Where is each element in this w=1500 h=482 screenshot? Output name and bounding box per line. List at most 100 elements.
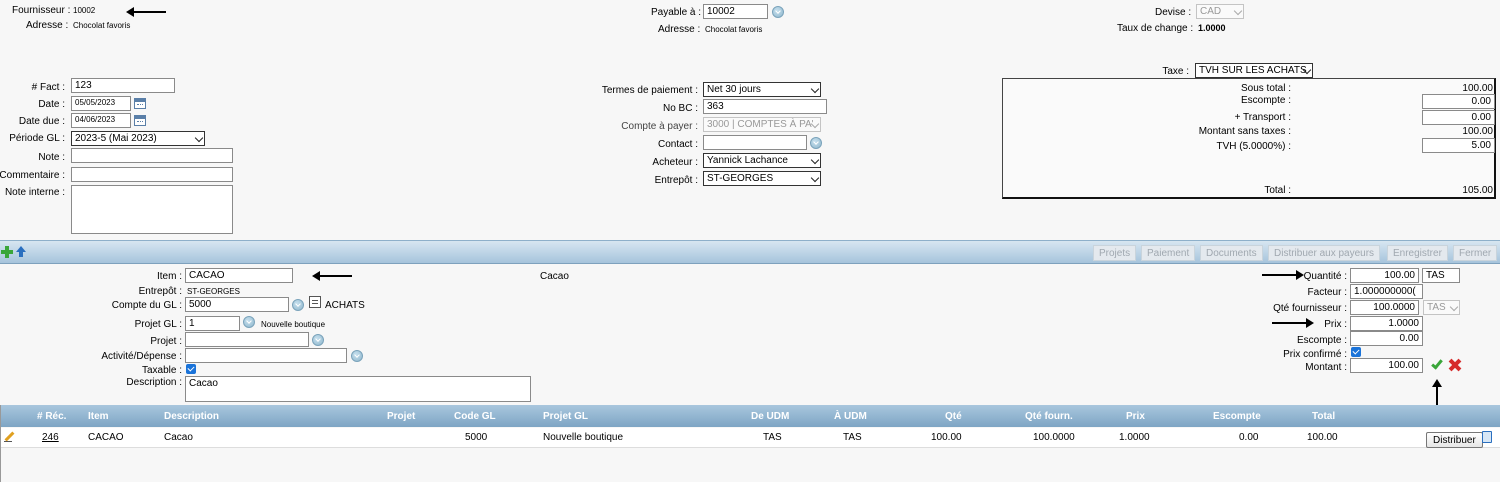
col-price[interactable]: Prix (1126, 411, 1145, 422)
tax-select[interactable]: TVH SUR LES ACHATS (1195, 63, 1313, 78)
table-row[interactable]: 246 CACAO Cacao 5000 Nouvelle boutique T… (0, 428, 1500, 448)
contact-input[interactable] (703, 135, 807, 150)
calendar-icon[interactable] (134, 98, 146, 109)
currency-select[interactable]: CAD (1196, 4, 1244, 19)
col-total[interactable]: Total (1312, 411, 1335, 422)
factor-input[interactable]: 1.000000000( (1350, 284, 1423, 299)
item-input[interactable]: CACAO (185, 268, 293, 283)
cancel-x-icon[interactable] (1448, 358, 1462, 372)
internal-note-textarea[interactable] (71, 185, 233, 234)
buyer-select[interactable]: Yannick Lachance (703, 153, 821, 168)
payable-address-label: Adresse : (658, 24, 701, 35)
subtotal-label: Sous total : (1240, 83, 1291, 94)
distribute-payers-button[interactable]: Distribuer aux payeurs (1268, 245, 1381, 261)
line-discount-input[interactable]: 0.00 (1350, 331, 1423, 346)
currency-label: Devise : (1155, 7, 1192, 18)
project-gl-lookup-icon[interactable] (243, 316, 255, 328)
project-input[interactable] (185, 332, 309, 347)
col-project[interactable]: Projet (387, 411, 415, 422)
due-date-input[interactable]: 04/06/2023 (71, 113, 131, 128)
payable-input[interactable]: 10002 (703, 4, 768, 19)
description-textarea[interactable]: Cacao (185, 376, 531, 402)
gl-account-lookup-icon[interactable] (292, 299, 304, 311)
price-input[interactable]: 1.0000 (1350, 316, 1423, 331)
discount-label: Escompte : (1240, 95, 1291, 106)
price-confirmed-checkbox[interactable] (1351, 347, 1361, 357)
supplier-qty-input[interactable]: 100.0000 (1350, 300, 1419, 315)
tax-label: Taxe : (1162, 66, 1189, 77)
quantity-input[interactable]: 100.00 (1350, 268, 1419, 283)
gl-account-input[interactable]: 5000 (185, 297, 289, 312)
documents-button[interactable]: Documents (1200, 245, 1263, 261)
col-description[interactable]: Description (164, 411, 219, 422)
gl-period-value: 2023-5 (Mai 2023) (75, 133, 157, 144)
activity-lookup-icon[interactable] (351, 350, 363, 362)
taxable-checkbox[interactable] (186, 364, 196, 374)
edit-pencil-icon[interactable] (4, 431, 15, 442)
payment-terms-select[interactable]: Net 30 jours (703, 82, 821, 97)
project-gl-label: Projet GL : (134, 319, 182, 330)
supplier-qty-unit-select[interactable]: TAS (1423, 300, 1460, 315)
payable-lookup-icon[interactable] (772, 6, 784, 18)
payment-button[interactable]: Paiement (1141, 245, 1196, 261)
subtotal-value: 100.00 (1462, 83, 1493, 94)
row-price: 1.0000 (1119, 432, 1150, 443)
note-input[interactable] (71, 148, 233, 163)
col-to-uom[interactable]: À UDM (834, 411, 867, 422)
col-rec[interactable]: # Réc. (37, 411, 66, 422)
amount-input[interactable]: 100.00 (1350, 358, 1423, 373)
add-icon[interactable] (1, 246, 13, 258)
invoice-number-label: # Fact : (31, 82, 65, 93)
chevron-down-icon (810, 84, 820, 94)
chevron-down-icon (810, 173, 820, 183)
distribute-button[interactable]: Distribuer (1426, 432, 1483, 448)
upload-icon[interactable] (16, 246, 27, 258)
ap-account-value: 3000 | COMPTES À PA' (707, 119, 814, 130)
comment-input[interactable] (71, 167, 233, 182)
calendar-icon[interactable] (134, 115, 146, 126)
po-number-input[interactable]: 363 (703, 99, 827, 114)
buyer-label: Acheteur : (652, 157, 698, 168)
tvh-input[interactable]: 5.00 (1422, 138, 1495, 153)
price-confirmed-label: Prix confirmé : (1283, 349, 1347, 360)
project-gl-input[interactable]: 1 (185, 316, 240, 331)
trash-icon[interactable] (1482, 431, 1492, 443)
quantity-unit-input[interactable]: TAS (1422, 268, 1460, 283)
tvh-label: TVH (5.0000%) : (1216, 141, 1291, 152)
confirm-check-icon[interactable] (1430, 357, 1444, 371)
ap-account-select[interactable]: 3000 | COMPTES À PA' (703, 117, 821, 132)
chevron-down-icon (194, 133, 204, 143)
buyer-value: Yannick Lachance (707, 155, 788, 166)
col-project-gl[interactable]: Projet GL (543, 411, 588, 422)
gl-account-name: ACHATS (325, 300, 365, 311)
project-gl-name: Nouvelle boutique (261, 320, 326, 329)
warehouse-select[interactable]: ST-GEORGES (703, 171, 821, 186)
project-lookup-icon[interactable] (312, 334, 324, 346)
projects-button[interactable]: Projets (1093, 245, 1137, 261)
invoice-number-input[interactable]: 123 (71, 78, 175, 93)
supplier-qty-label: Qté fournisseur : (1273, 303, 1347, 314)
gl-period-select[interactable]: 2023-5 (Mai 2023) (71, 131, 205, 146)
save-button[interactable]: Enregistrer (1387, 245, 1448, 261)
line-discount-label: Escompte : (1296, 335, 1347, 346)
comment-label: Commentaire : (0, 170, 65, 181)
col-discount[interactable]: Escompte (1213, 411, 1261, 422)
close-button[interactable]: Fermer (1453, 245, 1498, 261)
item-label: Item : (156, 271, 182, 282)
col-qty[interactable]: Qté (945, 411, 962, 422)
transport-input[interactable]: 0.00 (1422, 110, 1495, 125)
col-supplier-qty[interactable]: Qté fourn. (1025, 411, 1073, 422)
row-rec-link[interactable]: 246 (42, 432, 59, 443)
col-from-uom[interactable]: De UDM (751, 411, 789, 422)
activity-input[interactable] (185, 348, 347, 363)
document-icon[interactable] (309, 296, 321, 308)
payment-terms-value: Net 30 jours (707, 84, 761, 95)
contact-lookup-icon[interactable] (810, 137, 822, 149)
discount-input[interactable]: 0.00 (1422, 94, 1495, 109)
warehouse-value: ST-GEORGES (707, 173, 774, 184)
col-item[interactable]: Item (88, 411, 109, 422)
item-description-text: Cacao (540, 271, 569, 282)
transport-label: + Transport : (1234, 112, 1291, 123)
date-input[interactable]: 05/05/2023 (71, 96, 131, 111)
col-gl-code[interactable]: Code GL (454, 411, 496, 422)
